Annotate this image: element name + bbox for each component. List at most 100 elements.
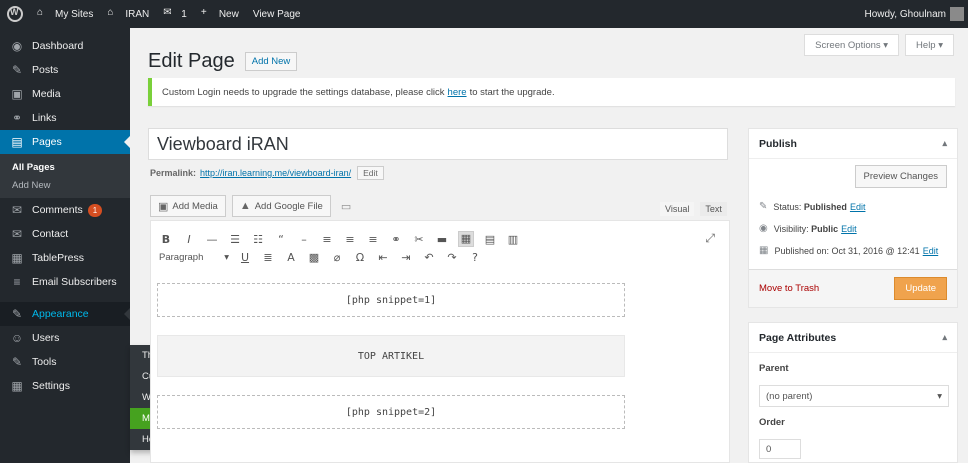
- visibility-row: ◉ Visibility: Public Edit: [759, 223, 857, 234]
- add-new-page-button[interactable]: Add New: [244, 52, 298, 71]
- notice-text: Custom Login needs to upgrade the settin…: [162, 86, 445, 98]
- users-icon: ☺: [10, 331, 24, 345]
- unlink-icon[interactable]: ✂: [412, 233, 426, 246]
- editor-toolbar-primary: B I — ☰ ☷ “ – ≡ ≡ ≡ ⚭ ✂ ▬ ▦ ▤ ▥: [159, 231, 520, 247]
- shortcode-icon[interactable]: ▭: [341, 200, 351, 213]
- numbered-list-icon[interactable]: ☷: [251, 233, 265, 246]
- tab-text[interactable]: Text: [700, 202, 727, 216]
- update-button[interactable]: Update: [894, 277, 947, 300]
- home-icon: ⌂: [107, 7, 114, 18]
- status-edit-link[interactable]: Edit: [850, 202, 866, 212]
- read-more-icon[interactable]: ▬: [435, 233, 449, 246]
- content-block-snippet-1[interactable]: [php snippet=1]: [157, 283, 625, 317]
- admin-sidebar: ◉ Dashboard ✎ Posts ▣ Media ⚭ Links ▤ Pages A…: [0, 28, 130, 463]
- tab-visual[interactable]: Visual: [660, 202, 695, 216]
- permalink-label: Permalink:: [150, 168, 197, 178]
- horizontal-line-icon[interactable]: –: [297, 233, 311, 246]
- italic-icon[interactable]: I: [182, 233, 196, 246]
- content-block-top-artikel[interactable]: TOP ARTIKEL: [157, 335, 625, 377]
- paste-text-icon[interactable]: ▩: [307, 251, 321, 264]
- sidebar-item-tools[interactable]: ✎ Tools: [0, 350, 130, 374]
- align-center-icon[interactable]: ≡: [343, 233, 357, 246]
- help-button[interactable]: Help ▾: [905, 34, 954, 56]
- published-date-row: ▦ Published on: Oct 31, 2016 @ 12:41 Edi…: [759, 245, 939, 256]
- table-icon: ▦: [11, 251, 23, 265]
- redo-icon[interactable]: ↷: [445, 251, 459, 264]
- dashboard-icon: ◉: [11, 39, 23, 53]
- content-block-snippet-2[interactable]: [php snippet=2]: [157, 395, 625, 429]
- page-title: Edit Page: [148, 50, 235, 72]
- sidebar-item-email-subscribers[interactable]: ≡ Email Subscribers: [0, 270, 130, 294]
- align-right-icon[interactable]: ≡: [366, 233, 380, 246]
- paragraph-format-select[interactable]: Paragraph ▾: [159, 252, 229, 263]
- wordpress-logo[interactable]: [0, 0, 30, 28]
- toolbar-toggle-icon[interactable]: ▦: [458, 231, 474, 247]
- media-icon: ▣: [11, 87, 23, 101]
- publish-box-header[interactable]: Publish ▴: [749, 129, 957, 159]
- permalink-url[interactable]: http://iran.learning.me/viewboard-iran/: [200, 168, 351, 178]
- insert-link-icon[interactable]: ⚭: [389, 233, 403, 246]
- add-google-file-button[interactable]: ▲ Add Google File: [231, 195, 331, 217]
- new-content-menu[interactable]: + New: [194, 0, 246, 28]
- clear-formatting-icon[interactable]: ⌀: [330, 251, 344, 264]
- my-sites-menu[interactable]: ⌂ My Sites: [30, 0, 100, 28]
- sidebar-item-media[interactable]: ▣ Media: [0, 82, 130, 106]
- move-to-trash-link[interactable]: Move to Trash: [759, 283, 819, 294]
- screen-options-button[interactable]: Screen Options ▾: [804, 34, 900, 56]
- preview-changes-button[interactable]: Preview Changes: [854, 165, 947, 188]
- calendar-icon: ▦: [759, 245, 769, 256]
- sidebar-item-comments[interactable]: ✉ Comments 1: [0, 198, 130, 222]
- wordpress-icon: [7, 6, 23, 22]
- published-date-edit-link[interactable]: Edit: [923, 246, 939, 256]
- special-character-icon[interactable]: Ω: [353, 251, 367, 264]
- sidebar-item-links[interactable]: ⚭ Links: [0, 106, 130, 130]
- add-media-button[interactable]: ▣ Add Media: [150, 195, 226, 217]
- table-insert-icon[interactable]: ▥: [506, 233, 520, 246]
- notice-upgrade-link[interactable]: here: [448, 87, 467, 98]
- strikethrough-icon[interactable]: —: [205, 233, 219, 246]
- visibility-edit-link[interactable]: Edit: [841, 224, 857, 234]
- help-icon[interactable]: ?: [468, 251, 482, 264]
- sidebar-item-appearance[interactable]: ✎ Appearance: [0, 302, 130, 326]
- collapse-arrow-icon[interactable]: ▴: [942, 332, 947, 343]
- sidebar-subitem-all-pages[interactable]: All Pages: [0, 158, 130, 176]
- order-input[interactable]: 0: [759, 439, 801, 459]
- brush-icon: ✎: [11, 307, 23, 321]
- sidebar-item-users[interactable]: ☺ Users: [0, 326, 130, 350]
- text-color-icon[interactable]: A: [284, 251, 298, 264]
- sidebar-item-contact[interactable]: ✉ Contact: [0, 222, 130, 246]
- indent-icon[interactable]: ⇥: [399, 251, 413, 264]
- table-icon[interactable]: ▤: [483, 233, 497, 246]
- collapse-arrow-icon[interactable]: ▴: [942, 138, 947, 149]
- editor-tabs: Visual Text: [660, 202, 727, 216]
- publish-box: Publish ▴ Preview Changes ✎ Status: Publi…: [748, 128, 958, 308]
- parent-label: Parent: [759, 363, 789, 374]
- page-attributes-header[interactable]: Page Attributes ▴: [749, 323, 957, 353]
- media-buttons: ▣ Add Media ▲ Add Google File ▭: [150, 195, 351, 217]
- sidebar-item-tablepress[interactable]: ▦ TablePress: [0, 246, 130, 270]
- account-menu[interactable]: Howdy, Ghoulnam: [857, 0, 968, 28]
- parent-select[interactable]: (no parent) ▾: [759, 385, 949, 407]
- sidebar-item-settings[interactable]: ▦ Settings: [0, 374, 130, 398]
- fullscreen-icon[interactable]: ⤢: [705, 231, 715, 246]
- sidebar-subitem-add-new[interactable]: Add New: [0, 176, 130, 194]
- comments-menu[interactable]: ✉ 1: [156, 0, 194, 28]
- align-left-icon[interactable]: ≡: [320, 233, 334, 246]
- page-heading-row: Edit Page Add New: [148, 50, 298, 73]
- sidebar-item-pages[interactable]: ▤ Pages: [0, 130, 130, 154]
- post-title-input[interactable]: Viewboard iRAN: [148, 128, 728, 160]
- sidebar-item-dashboard[interactable]: ◉ Dashboard: [0, 34, 130, 58]
- site-name-menu[interactable]: ⌂ IRAN: [100, 0, 156, 28]
- permalink-edit-button[interactable]: Edit: [357, 166, 384, 180]
- underline-icon[interactable]: U: [238, 251, 252, 264]
- home-icon: ⌂: [37, 7, 44, 18]
- bullet-list-icon[interactable]: ☰: [228, 233, 242, 246]
- blockquote-icon[interactable]: “: [274, 233, 288, 246]
- undo-icon[interactable]: ↶: [422, 251, 436, 264]
- justify-icon[interactable]: ≣: [261, 251, 275, 264]
- view-page-link[interactable]: View Page: [246, 0, 308, 28]
- sidebar-item-posts[interactable]: ✎ Posts: [0, 58, 130, 82]
- google-drive-icon: ▲: [239, 200, 251, 212]
- outdent-icon[interactable]: ⇤: [376, 251, 390, 264]
- bold-icon[interactable]: B: [159, 233, 173, 246]
